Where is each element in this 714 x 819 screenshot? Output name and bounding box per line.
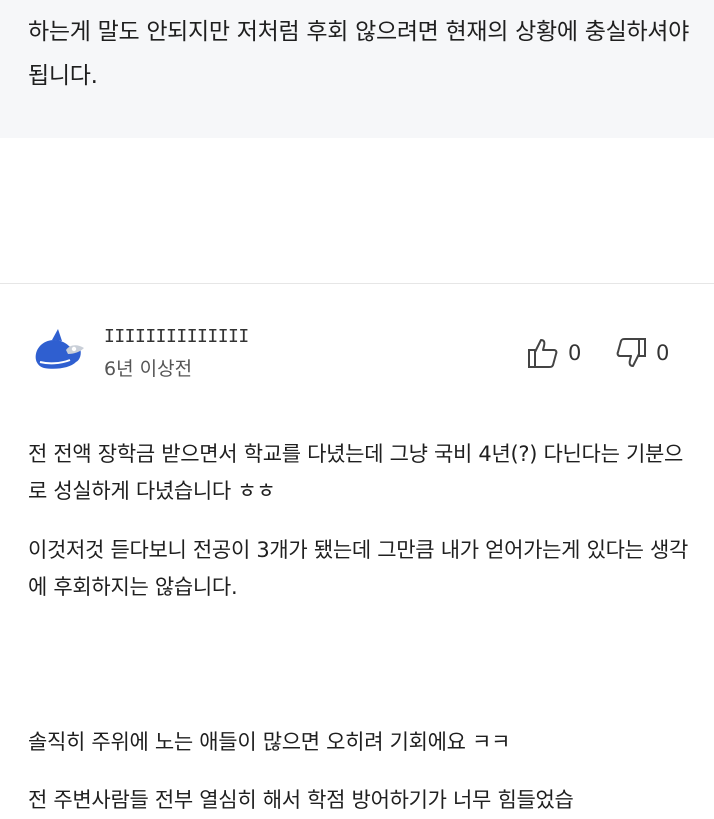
thumbs-down-icon [616, 338, 646, 367]
upvote-button[interactable]: 0 [526, 336, 581, 370]
downvote-count: 0 [656, 341, 670, 365]
thumbs-up-icon [528, 339, 558, 368]
previous-comment-block: 하는게 말도 안되지만 저처럼 후회 않으려면 현재의 상황에 충실하셔야 됩니… [0, 0, 714, 138]
comment-divider [0, 283, 714, 284]
comment-paragraph: 솔직히 주위에 노는 애들이 많으면 오히려 기회에요 ㅋㅋ [28, 730, 511, 754]
comment-author[interactable]: IIIIIIIIIIIIII [104, 326, 249, 347]
comment-paragraph: 전 주변사람들 전부 열심히 해서 학점 방어하기가 너무 힘들었습 [28, 788, 574, 812]
downvote-button[interactable]: 0 [614, 336, 669, 370]
comment-paragraph: 전 전액 장학금 받으면서 학교를 다녔는데 그냥 국비 4년(?) 다닌다는 … [28, 442, 684, 503]
avatar[interactable] [30, 326, 88, 374]
previous-comment-text: 하는게 말도 안되지만 저처럼 후회 않으려면 현재의 상황에 충실하셔야 됩니… [28, 19, 690, 89]
comment-paragraph: 이것저것 듣다보니 전공이 3개가 됐는데 그만큼 내가 얻어가는게 있다는 생… [28, 538, 689, 599]
upvote-count: 0 [568, 341, 582, 365]
comment-time: 6년 이상전 [104, 358, 193, 380]
whale-avatar-icon [35, 329, 84, 369]
